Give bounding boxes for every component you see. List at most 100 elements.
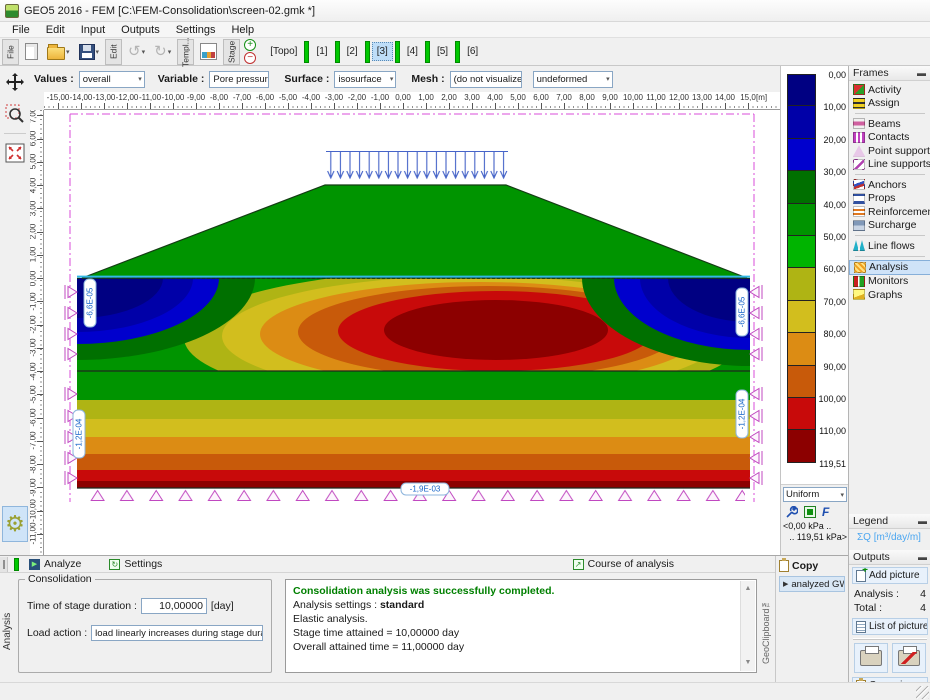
menu-item-help[interactable]: Help	[223, 23, 262, 37]
menu-item-outputs[interactable]: Outputs	[113, 23, 168, 37]
redo-button[interactable]: ↻▾	[151, 39, 174, 65]
list-of-pictures-button[interactable]: List of pictures	[852, 618, 928, 635]
scroll-down-icon[interactable]: ▼	[745, 656, 752, 670]
scale-value-label: 0,00	[806, 70, 846, 80]
sidebar-item-reinforcements[interactable]: Reinforcements	[849, 205, 930, 219]
dropdown-caret-icon[interactable]: ▾	[66, 48, 70, 56]
drawing-canvas[interactable]: -6,6E-05 -6,6E-05 -1,2E-04 -1,2E-04 -1,9…	[44, 110, 780, 555]
stage-tab-3[interactable]: [3]	[372, 42, 393, 61]
contacts-icon	[853, 132, 865, 143]
analyzed-gwt-arrow-icon: ▶	[783, 580, 788, 588]
deform-select[interactable]: undeformed▾	[533, 71, 613, 88]
save-file-button[interactable]: ▾	[76, 39, 103, 65]
print-cancel-button[interactable]	[892, 643, 926, 673]
isoline-color-button[interactable]	[804, 506, 816, 518]
variable-label: Variable :	[158, 73, 205, 85]
template-manager-button[interactable]	[197, 39, 220, 65]
scale-value-label: 20,00	[806, 135, 846, 145]
sidebar-item-graphs[interactable]: Graphs	[849, 288, 930, 302]
stage-add-icon[interactable]: +	[244, 39, 256, 51]
settings-tab-button[interactable]: ↻Settings	[103, 557, 168, 571]
sidebar-item-point-supports[interactable]: Point supports	[849, 144, 930, 158]
scale-value-label: 119,51	[806, 459, 846, 469]
divider	[853, 638, 927, 640]
frames-panel-header: Frames▬	[849, 66, 930, 81]
ruler-tick	[679, 103, 680, 109]
drawing-settings-button[interactable]: ⚙	[2, 506, 28, 542]
dropdown-caret-icon[interactable]: ▾	[142, 48, 146, 56]
sidebar-item-contacts[interactable]: Contacts	[849, 131, 930, 145]
sidebar-item-assign[interactable]: Assign	[849, 97, 930, 111]
stage-tab-1[interactable]: [1]	[311, 42, 332, 61]
consolidation-group: Consolidation Time of stage duration : 1…	[18, 579, 272, 673]
wrench-icon[interactable]	[785, 506, 798, 519]
status-bar	[0, 682, 930, 700]
sidebar-item-props[interactable]: Props	[849, 192, 930, 206]
add-picture-button[interactable]: Add picture	[852, 567, 928, 584]
scale-value-label: 40,00	[806, 200, 846, 210]
scroll-up-icon[interactable]: ▲	[745, 582, 752, 596]
sidebar-item-beams[interactable]: Beams	[849, 117, 930, 131]
resize-grip[interactable]	[916, 686, 929, 699]
sidebar-item-monitors[interactable]: Monitors	[849, 275, 930, 289]
load-action-select[interactable]: load linearly increases during stage dur…	[91, 625, 263, 641]
line-flows-icon	[853, 240, 865, 251]
ruler-tick	[702, 103, 703, 109]
menu-item-settings[interactable]: Settings	[168, 23, 224, 37]
surface-select[interactable]: isosurface▾	[334, 71, 396, 88]
stage-remove-icon[interactable]: −	[244, 52, 256, 64]
function-icon[interactable]: F	[822, 505, 829, 519]
menu-item-edit[interactable]: Edit	[38, 23, 73, 37]
legend-flow-label[interactable]: ΣQ [m³/day/m]	[849, 529, 930, 543]
undo-button[interactable]: ↺▾	[125, 39, 148, 65]
zoom-select-button[interactable]	[2, 101, 28, 127]
edit-menu-button[interactable]: Edit	[105, 39, 122, 65]
sidebar-item-anchors[interactable]: Anchors	[849, 178, 930, 192]
menu-item-input[interactable]: Input	[73, 23, 113, 37]
ruler-tick	[219, 103, 220, 109]
stage-tab-4[interactable]: [4]	[402, 42, 423, 61]
stage-tab-topo[interactable]: [Topo]	[265, 42, 302, 61]
settings-gear-icon: ⚙	[5, 511, 25, 537]
file-menu-button[interactable]: File	[2, 39, 19, 65]
new-file-button[interactable]	[22, 39, 41, 65]
props-icon	[853, 193, 865, 204]
mesh-select[interactable]: (do not visualize)▾	[450, 71, 522, 88]
course-of-analysis-button[interactable]: ↗Course of analysis	[567, 557, 680, 571]
dropdown-caret-icon[interactable]: ▾	[96, 48, 100, 56]
fit-view-button[interactable]	[2, 140, 28, 166]
log-stage-time-line: Stage time attained = 10,00000 day	[293, 626, 736, 640]
sidebar-item-label: Props	[868, 192, 895, 204]
minimize-icon[interactable]: ▬	[918, 552, 927, 562]
chevron-down-icon: ▾	[606, 75, 610, 83]
sidebar-item-surcharge[interactable]: Surcharge	[849, 219, 930, 233]
stage-indicator-bar	[455, 41, 460, 63]
analyze-button[interactable]: ▶Analyze	[23, 557, 87, 571]
model-view[interactable]: -6,6E-05 -6,6E-05 -1,2E-04 -1,2E-04 -1,9…	[44, 110, 780, 555]
pan-button[interactable]	[2, 69, 28, 95]
minimize-icon[interactable]: ▬	[917, 68, 926, 78]
scale-mode-select[interactable]: Uniform▾	[783, 487, 847, 502]
variable-select[interactable]: Pore pressure u▾	[209, 71, 269, 88]
templates-button[interactable]: Templ...	[177, 39, 194, 65]
minimize-icon[interactable]: ▬	[918, 516, 927, 526]
open-file-button[interactable]: ▾	[44, 39, 73, 65]
sidebar-item-line-supports[interactable]: Line supports	[849, 158, 930, 172]
time-of-stage-input[interactable]: 10,00000	[141, 598, 207, 614]
stage-tab-6[interactable]: [6]	[462, 42, 483, 61]
menu-item-file[interactable]: File	[4, 23, 38, 37]
sidebar-item-analysis[interactable]: Analysis	[849, 260, 930, 275]
sidebar-item-line-flows[interactable]: Line flows	[849, 239, 930, 253]
stage-button[interactable]: Stage	[223, 39, 240, 65]
stage-tab-2[interactable]: [2]	[342, 42, 363, 61]
log-scrollbar[interactable]: ▲ ▼	[740, 581, 755, 671]
stage-tab-5[interactable]: [5]	[432, 42, 453, 61]
values-select[interactable]: overall▾	[79, 71, 145, 88]
sidebar-item-activity[interactable]: Activity	[849, 83, 930, 97]
analyzed-gwt-button[interactable]: ▶analyzed GWT	[779, 576, 845, 592]
annotation-right-upper: -6,6E-05	[738, 296, 747, 327]
dropdown-caret-icon[interactable]: ▾	[168, 48, 172, 56]
sidebar-item-label: Graphs	[868, 289, 902, 301]
print-button[interactable]	[854, 643, 888, 673]
splitter-handle[interactable]	[0, 557, 8, 572]
